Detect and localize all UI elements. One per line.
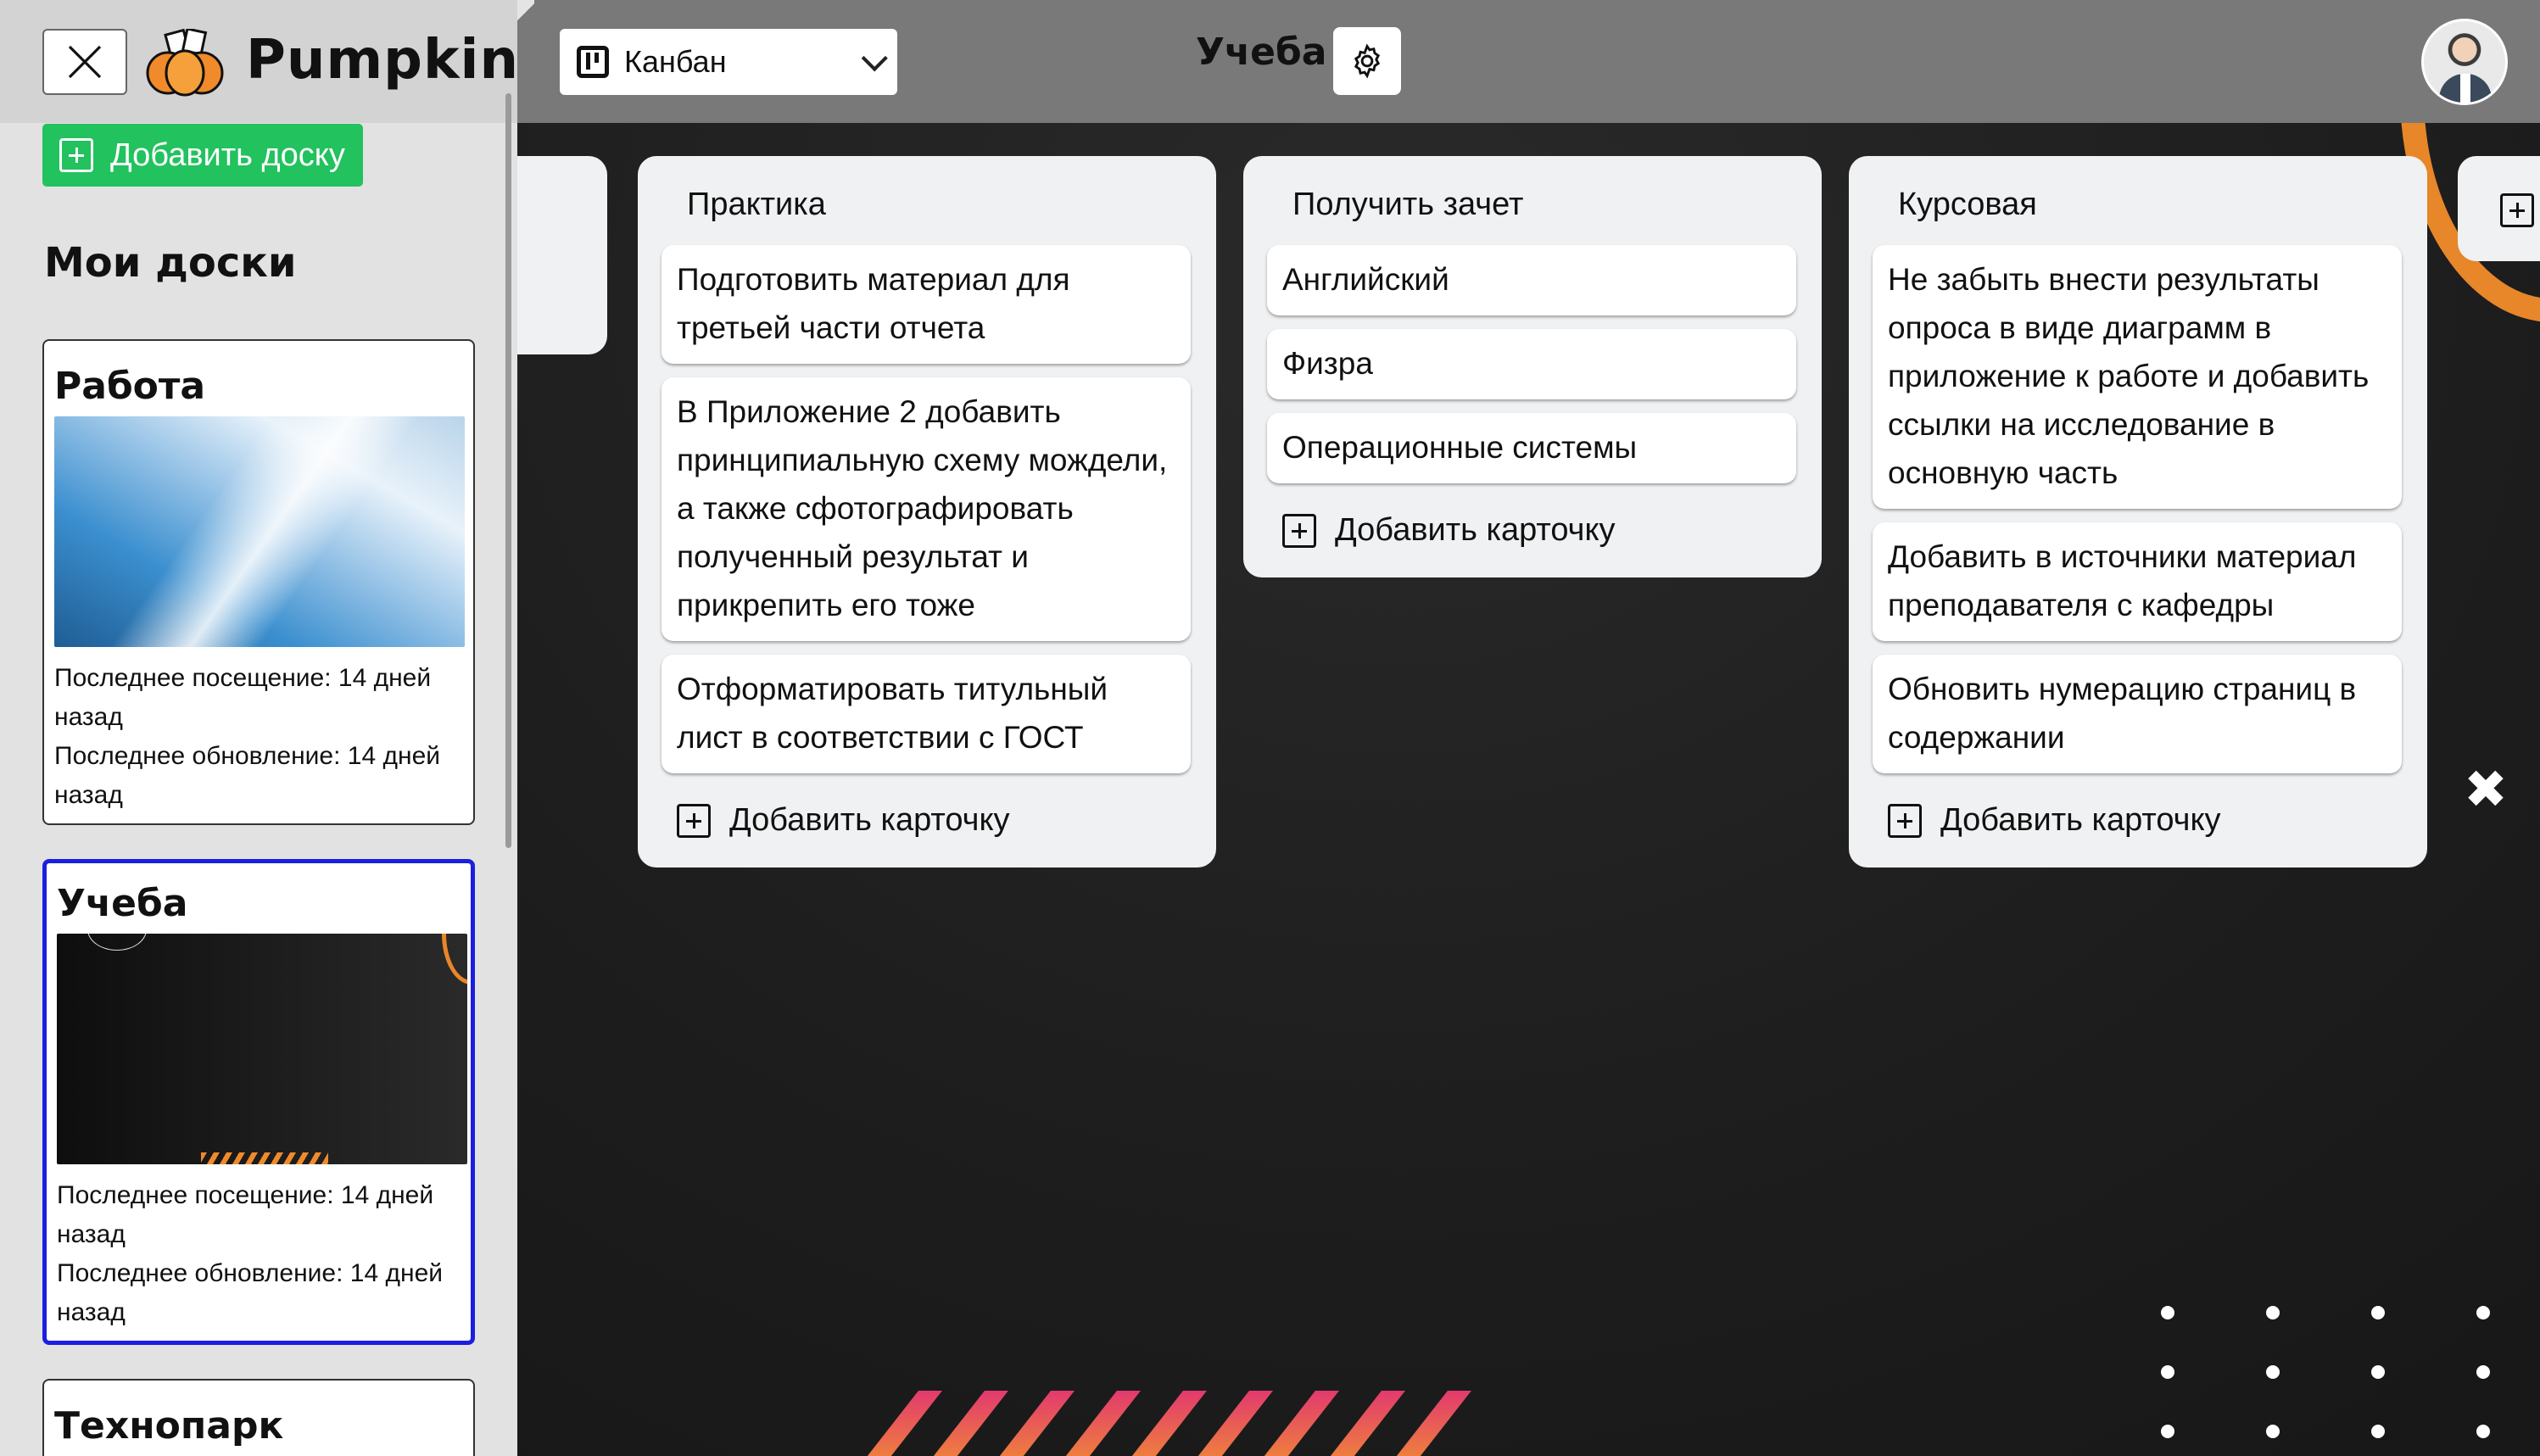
board-card-ucheba[interactable]: Учеба Последнее посещение: 14 дней назад… <box>42 859 475 1345</box>
task-card[interactable]: Добавить в источники материал преподават… <box>1873 522 2402 641</box>
board-card-title: Технопарк <box>54 1404 284 1448</box>
board-title: Учеба <box>1196 31 1327 74</box>
task-card[interactable]: В Приложение 2 добавить принципиальную с… <box>662 377 1191 641</box>
column-title[interactable]: Курсовая <box>1873 187 2402 223</box>
board-thumbnail <box>57 934 467 1164</box>
column-title[interactable]: Получить зачет <box>1267 187 1796 223</box>
plus-square-icon <box>1282 513 1316 548</box>
header-corner-decor <box>516 0 534 25</box>
last-visit-text: Последнее посещение: 14 дней назад <box>54 664 432 731</box>
last-update-text: Последнее обновление: 14 дней назад <box>54 742 441 809</box>
board-settings-button[interactable] <box>1333 27 1401 95</box>
decor-stripes <box>846 1391 1471 1456</box>
my-boards-heading: Мои доски <box>44 239 297 287</box>
add-board-label: Добавить доску <box>110 137 345 173</box>
task-card[interactable]: Не забыть внести результаты опроса в вид… <box>1873 245 2402 509</box>
close-icon <box>68 45 102 79</box>
add-card-label: Добавить карточку <box>1335 512 1616 548</box>
board-thumbnail <box>54 416 465 647</box>
add-card-button[interactable]: Добавить карточку <box>1873 802 2402 839</box>
task-card[interactable]: Подготовить материал для третьей части о… <box>662 245 1191 364</box>
decor-dots <box>2161 1306 2490 1438</box>
add-board-button[interactable]: Добавить доску <box>42 124 363 187</box>
add-card-button[interactable]: Добавить карточку <box>662 802 1191 839</box>
task-card[interactable]: Обновить нумерацию страниц в содержании <box>1873 655 2402 773</box>
task-card[interactable]: Отформатировать титульный лист в соответ… <box>662 655 1191 773</box>
add-card-label: Добавить карточку <box>729 802 1010 838</box>
add-column-button[interactable] <box>2458 156 2540 261</box>
view-mode-select[interactable]: Канбан <box>560 29 897 95</box>
chevron-down-icon <box>861 45 888 72</box>
pumpkin-logo-icon <box>146 29 224 97</box>
sidebar: Pumpkin Добавить доску Мои доски Работа … <box>0 0 517 1456</box>
column-title[interactable]: Практика <box>662 187 1191 223</box>
board-card-rabota[interactable]: Работа Последнее посещение: 14 дней наза… <box>42 339 475 825</box>
task-card[interactable]: Операционные системы <box>1267 413 1796 483</box>
view-mode-value: Канбан <box>624 44 727 79</box>
column-praktika: Практика Подготовить материал для третье… <box>638 156 1216 867</box>
add-card-label: Добавить карточку <box>1940 802 2221 838</box>
column-poluchit-zachet: Получить зачет Английский Физра Операцио… <box>1243 156 1822 577</box>
last-visit-text: Последнее посещение: 14 дней назад <box>57 1181 434 1248</box>
gear-icon <box>1354 43 1381 79</box>
add-card-button[interactable]: Добавить карточку <box>1267 512 1796 549</box>
plus-square-icon <box>59 138 93 172</box>
task-card[interactable]: Английский <box>1267 245 1796 315</box>
user-avatar[interactable] <box>2421 19 2508 105</box>
board-card-title: Учеба <box>57 882 188 925</box>
plus-square-icon <box>2500 193 2534 227</box>
board-card-technopark[interactable]: Технопарк <box>42 1379 475 1456</box>
sidebar-scrollbar[interactable] <box>505 93 511 848</box>
task-card[interactable]: Физра <box>1267 329 1796 399</box>
board-card-title: Работа <box>54 365 206 408</box>
last-update-text: Последнее обновление: 14 дней назад <box>57 1259 444 1326</box>
decor-cross-icon: ✖ <box>2464 758 2508 820</box>
plus-square-icon <box>1888 803 1922 838</box>
plus-square-icon <box>677 803 711 838</box>
kanban-icon <box>577 46 609 78</box>
close-sidebar-button[interactable] <box>42 29 127 95</box>
app-logo-text: Pumpkin <box>246 29 517 92</box>
column-kursovaya: Курсовая Не забыть внести результаты опр… <box>1849 156 2427 867</box>
